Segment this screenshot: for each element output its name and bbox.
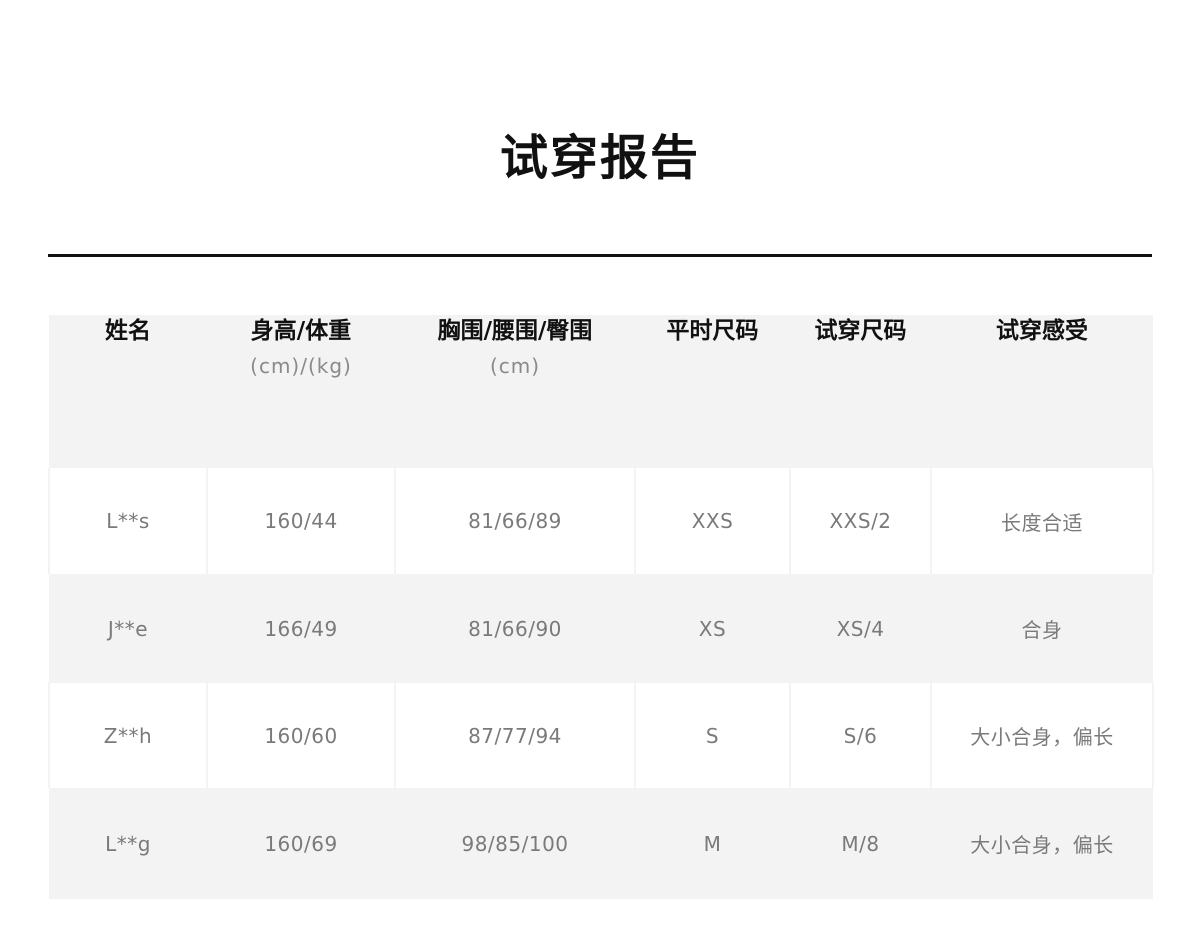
cell-measurements: 87/77/94 <box>394 683 636 788</box>
cell-height-weight: 160/69 <box>264 831 338 856</box>
cell-name: L**g <box>105 831 151 856</box>
table-row: Z**h 160/60 87/77/94 S S/6 大小合身，偏长 <box>48 683 1154 788</box>
cell-height-weight: 160/44 <box>206 468 396 574</box>
cell-measurements: 98/85/100 <box>461 831 569 856</box>
cell-measurements: 81/66/90 <box>468 616 562 641</box>
table-row: L**g 160/69 98/85/100 M M/8 大小合身，偏长 <box>49 788 1153 899</box>
table-row: J**e 166/49 81/66/90 XS XS/4 合身 <box>49 574 1153 683</box>
header-label: 姓名 <box>105 318 151 344</box>
header-unit: (cm)/(kg) <box>250 354 352 378</box>
header-label: 试穿尺码 <box>814 318 907 344</box>
page-title: 试穿报告 <box>499 130 700 186</box>
cell-feedback: 大小合身，偏长 <box>970 833 1114 857</box>
cell-feedback: 大小合身，偏长 <box>930 683 1154 788</box>
cell-tried-size: S/6 <box>789 683 932 788</box>
cell-name: J**e <box>107 616 149 641</box>
cell-usual-size: M <box>703 831 722 856</box>
header-label: 试穿感受 <box>996 318 1088 344</box>
title-divider <box>48 254 1152 257</box>
cell-name: Z**h <box>48 683 208 788</box>
cell-feedback: 合身 <box>1021 618 1063 642</box>
header-feedback: 试穿感受 <box>931 315 1153 468</box>
cell-height-weight: 160/60 <box>206 683 396 788</box>
cell-name: L**s <box>48 468 208 574</box>
cell-usual-size: XS <box>698 616 727 641</box>
header-label: 平时尺码 <box>666 318 759 344</box>
cell-tried-size: XS/4 <box>836 616 885 641</box>
cell-measurements: 81/66/89 <box>394 468 636 574</box>
table-header-row: 姓名 身高/体重 (cm)/(kg) 胸围/腰围/臀围 (cm) 平时尺码 试穿… <box>49 315 1153 468</box>
cell-usual-size: XXS <box>634 468 791 574</box>
header-measurements: 胸围/腰围/臀围 (cm) <box>395 315 635 468</box>
header-height-weight: 身高/体重 (cm)/(kg) <box>207 315 395 468</box>
cell-tried-size: M/8 <box>841 831 880 856</box>
table-row: L**s 160/44 81/66/89 XXS XXS/2 长度合适 <box>48 468 1154 574</box>
header-tried-size: 试穿尺码 <box>790 315 931 468</box>
cell-feedback: 长度合适 <box>930 468 1154 574</box>
cell-height-weight: 166/49 <box>264 616 338 641</box>
fitting-report-table: 姓名 身高/体重 (cm)/(kg) 胸围/腰围/臀围 (cm) 平时尺码 试穿… <box>48 315 1154 899</box>
cell-tried-size: XXS/2 <box>789 468 932 574</box>
header-unit: (cm) <box>489 354 541 378</box>
header-name: 姓名 <box>49 315 207 468</box>
header-usual-size: 平时尺码 <box>635 315 790 468</box>
header-label: 胸围/腰围/臀围 <box>437 318 593 344</box>
cell-usual-size: S <box>634 683 791 788</box>
header-label: 身高/体重 <box>250 318 352 344</box>
